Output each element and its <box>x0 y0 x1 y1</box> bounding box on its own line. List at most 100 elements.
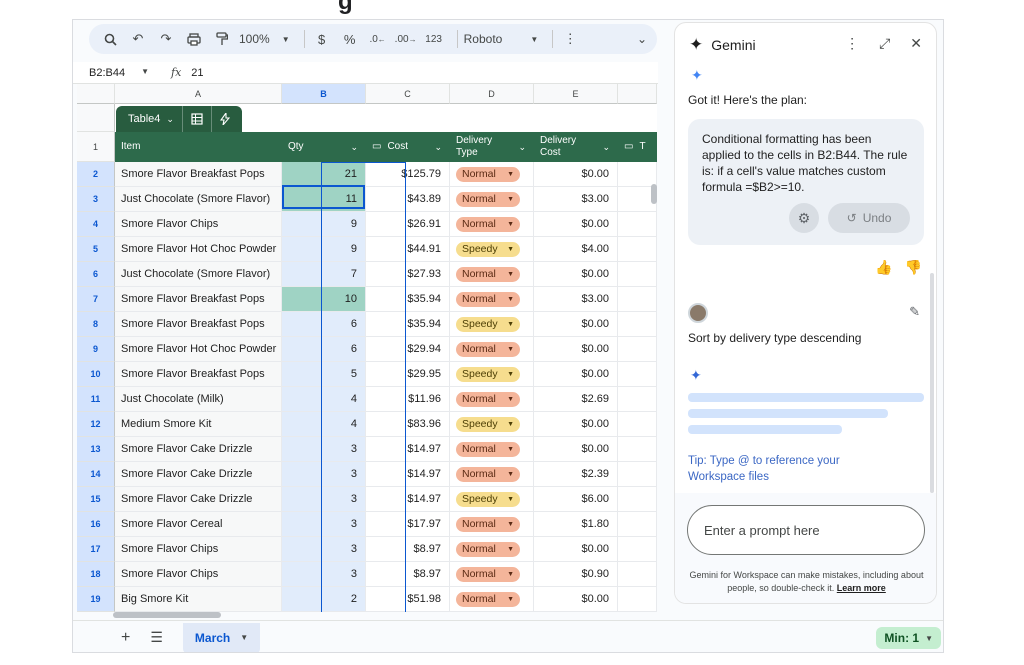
cell-delivery-cost[interactable]: $3.00 <box>534 187 618 212</box>
undo-button[interactable]: ↺ Undo <box>828 203 910 233</box>
cell-delivery-cost[interactable]: $3.00 <box>534 287 618 312</box>
currency-format-button[interactable]: $ <box>311 27 333 51</box>
cell-item[interactable]: Smore Flavor Breakfast Pops <box>115 287 282 312</box>
table-header-cost[interactable]: ▭ Cost ⌄ <box>366 132 450 162</box>
cell-empty[interactable] <box>618 387 657 412</box>
cell-qty[interactable]: 4 <box>282 412 366 437</box>
cell-item[interactable]: Smore Flavor Cereal <box>115 512 282 537</box>
chevron-down-icon[interactable]: ⌄ <box>637 32 647 46</box>
cell-empty[interactable] <box>618 337 657 362</box>
more-vert-icon[interactable]: ⋮ <box>845 35 859 52</box>
table-header-delivery-type[interactable]: Delivery Type ⌄ <box>450 132 534 162</box>
cell-cost[interactable]: $11.96 <box>366 387 450 412</box>
cell-delivery-cost[interactable]: $0.00 <box>534 312 618 337</box>
all-sheets-icon[interactable]: ☰ <box>150 629 163 646</box>
cell-item[interactable]: Smore Flavor Chips <box>115 212 282 237</box>
prompt-input[interactable]: Enter a prompt here <box>687 505 925 555</box>
cell-delivery-type[interactable]: Speedy ▼ <box>450 362 534 387</box>
cell-item[interactable]: Smore Flavor Chips <box>115 562 282 587</box>
number-format-button[interactable]: 123 <box>423 27 445 51</box>
cell-cost[interactable]: $27.93 <box>366 262 450 287</box>
cell-item[interactable]: Smore Flavor Hot Choc Powder <box>115 237 282 262</box>
cell-cost[interactable]: $8.97 <box>366 537 450 562</box>
cell-qty[interactable]: 2 <box>282 587 366 612</box>
cell-qty[interactable]: 6 <box>282 312 366 337</box>
cell-delivery-cost[interactable]: $0.00 <box>534 537 618 562</box>
cell-delivery-type[interactable]: Speedy ▼ <box>450 487 534 512</box>
cell-qty[interactable]: 10 <box>282 287 366 312</box>
spreadsheet-grid[interactable]: A B C D E Table4 ⌄ 1 Item Qty ⌄ ▭ Cost ⌄ De… <box>77 84 657 612</box>
cell-delivery-type[interactable]: Normal ▼ <box>450 162 534 187</box>
row-header[interactable]: 6 <box>77 262 115 287</box>
cell-cost[interactable]: $14.97 <box>366 487 450 512</box>
cell-qty[interactable]: 3 <box>282 462 366 487</box>
cell-empty[interactable] <box>618 262 657 287</box>
cell-cost[interactable]: $83.96 <box>366 412 450 437</box>
thumbs-down-icon[interactable]: 👎 <box>905 259 922 276</box>
column-header-f[interactable] <box>618 84 657 104</box>
panel-scrollbar[interactable] <box>930 273 934 493</box>
undo-icon[interactable]: ↶ <box>127 27 149 51</box>
delivery-type-chip[interactable]: Normal ▼ <box>456 441 520 457</box>
cell-item[interactable]: Smore Flavor Cake Drizzle <box>115 487 282 512</box>
cell-item[interactable]: Smore Flavor Breakfast Pops <box>115 362 282 387</box>
cell-delivery-type[interactable]: Normal ▼ <box>450 512 534 537</box>
cell-delivery-type[interactable]: Normal ▼ <box>450 187 534 212</box>
settings-gear-icon[interactable]: ⚙ <box>789 203 819 233</box>
cell-delivery-cost[interactable]: $0.00 <box>534 437 618 462</box>
cell-cost[interactable]: $14.97 <box>366 437 450 462</box>
cell-empty[interactable] <box>618 512 657 537</box>
sheet-tab-march[interactable]: March ▼ <box>182 622 261 652</box>
delivery-type-chip[interactable]: Normal ▼ <box>456 191 520 207</box>
cell-delivery-type[interactable]: Normal ▼ <box>450 462 534 487</box>
column-header-e[interactable]: E <box>534 84 618 104</box>
row-header[interactable]: 12 <box>77 412 115 437</box>
cell-delivery-cost[interactable]: $0.00 <box>534 212 618 237</box>
cell-item[interactable]: Smore Flavor Breakfast Pops <box>115 162 282 187</box>
cell-delivery-type[interactable]: Normal ▼ <box>450 262 534 287</box>
table-header-qty[interactable]: Qty ⌄ <box>282 132 366 162</box>
expand-icon[interactable]: ⤢ <box>879 35 890 52</box>
zoom-select[interactable]: 100% ▼ <box>239 32 290 46</box>
chevron-down-icon[interactable]: ⌄ <box>434 142 442 153</box>
row-header[interactable]: 13 <box>77 437 115 462</box>
redo-icon[interactable]: ↷ <box>155 27 177 51</box>
delivery-type-chip[interactable]: Normal ▼ <box>456 516 520 532</box>
cell-cost[interactable]: $29.95 <box>366 362 450 387</box>
cell-qty[interactable]: 5 <box>282 362 366 387</box>
cell-qty[interactable]: 3 <box>282 487 366 512</box>
cell-delivery-type[interactable]: Normal ▼ <box>450 337 534 362</box>
more-vert-icon[interactable]: ⋮ <box>559 27 581 51</box>
delivery-type-chip[interactable]: Speedy ▼ <box>456 416 520 432</box>
delivery-type-chip[interactable]: Speedy ▼ <box>456 491 520 507</box>
delivery-type-chip[interactable]: Speedy ▼ <box>456 316 520 332</box>
cell-empty[interactable] <box>618 212 657 237</box>
cell-cost[interactable]: $51.98 <box>366 587 450 612</box>
delivery-type-chip[interactable]: Normal ▼ <box>456 541 520 557</box>
cell-item[interactable]: Smore Flavor Chips <box>115 537 282 562</box>
thumbs-up-icon[interactable]: 👍 <box>875 259 892 276</box>
cell-delivery-type[interactable]: Speedy ▼ <box>450 237 534 262</box>
cell-cost[interactable]: $29.94 <box>366 337 450 362</box>
cell-qty[interactable]: 11 <box>282 187 366 212</box>
row-header[interactable]: 2 <box>77 162 115 187</box>
cell-delivery-cost[interactable]: $1.80 <box>534 512 618 537</box>
row-header-1[interactable]: 1 <box>77 132 115 162</box>
cell-item[interactable]: Smore Flavor Cake Drizzle <box>115 437 282 462</box>
print-icon[interactable] <box>183 27 205 51</box>
delivery-type-chip[interactable]: Normal ▼ <box>456 591 520 607</box>
cell-empty[interactable] <box>618 462 657 487</box>
row-header[interactable]: 14 <box>77 462 115 487</box>
cell-qty[interactable]: 9 <box>282 237 366 262</box>
delivery-type-chip[interactable]: Speedy ▼ <box>456 241 520 257</box>
cell-empty[interactable] <box>618 562 657 587</box>
learn-more-link[interactable]: Learn more <box>837 583 886 593</box>
cell-delivery-type[interactable]: Speedy ▼ <box>450 312 534 337</box>
cell-cost[interactable]: $17.97 <box>366 512 450 537</box>
cell-delivery-cost[interactable]: $0.00 <box>534 262 618 287</box>
cell-empty[interactable] <box>618 412 657 437</box>
cell-delivery-type[interactable]: Normal ▼ <box>450 562 534 587</box>
table-header-extra[interactable]: ▭ T <box>618 132 657 162</box>
row-header[interactable]: 5 <box>77 237 115 262</box>
cell-item[interactable]: Smore Flavor Cake Drizzle <box>115 462 282 487</box>
